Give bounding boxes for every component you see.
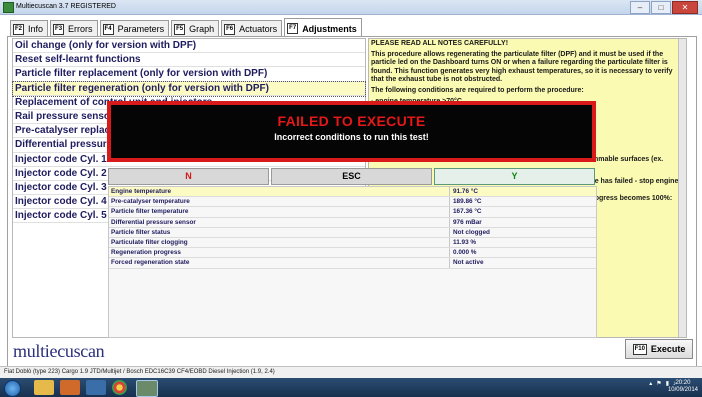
table-row: Pre-catalyser temperature 189.86 °C — [109, 197, 596, 208]
param-value: 189.86 °C — [453, 198, 482, 206]
fkey-badge: F5 — [174, 23, 186, 35]
param-name: Regeneration progress — [109, 248, 450, 258]
media-player-icon[interactable] — [60, 380, 80, 395]
tab-strip: F2 Info F3 Errors F4 Parameters F5 Graph F6 A… — [10, 18, 362, 38]
param-value: 11.93 % — [453, 238, 477, 246]
tab-errors[interactable]: F3 Errors — [50, 20, 98, 37]
tab-label: Parameters — [117, 24, 165, 34]
fkey-badge: F4 — [102, 23, 114, 35]
title-bar: Multiecuscan 3.7 REGISTERED – □ ✕ — [0, 0, 702, 15]
notes-heading: PLEASE READ ALL NOTES CAREFULLY! — [371, 40, 509, 47]
param-name: Differential pressure sensor — [109, 217, 450, 227]
multiecuscan-taskbar-icon[interactable] — [136, 380, 158, 397]
tab-label: Actuators — [239, 24, 278, 34]
param-name: Particle filter status — [109, 227, 450, 237]
list-item[interactable]: Oil change (only for version with DPF) — [13, 39, 365, 54]
table-row: Particle filter status Not clogged — [109, 227, 596, 238]
fkey-badge: F7 — [287, 23, 299, 34]
fkey-badge: F3 — [53, 23, 65, 35]
tab-graph[interactable]: F5 Graph — [171, 20, 220, 37]
param-value: 91.76 °C — [453, 188, 478, 195]
esc-button[interactable]: ESC — [271, 168, 432, 185]
notes-scrollbar[interactable] — [678, 39, 686, 337]
window-title: Multiecuscan 3.7 REGISTERED — [16, 3, 116, 10]
fkey-badge: F10 — [632, 343, 647, 355]
table-row: Particulate filter clogging 11.93 % — [109, 237, 596, 249]
param-name: Pre-catalyser temperature — [109, 197, 450, 207]
tab-label: Info — [28, 24, 44, 34]
folder-icon[interactable] — [34, 380, 54, 395]
fkey-badge: F6 — [224, 23, 236, 35]
minimize-button[interactable]: – — [630, 1, 650, 14]
list-item[interactable]: Particle filter replacement (only for ve… — [13, 67, 365, 82]
fkey-badge: F2 — [13, 23, 25, 35]
chrome-icon[interactable] — [112, 380, 127, 395]
param-value: Not clogged — [453, 228, 490, 236]
error-title: FAILED TO EXECUTE — [277, 113, 426, 129]
tab-info[interactable]: F2 Info — [10, 20, 49, 37]
multiecuscan-logo: multiecuscan — [13, 341, 105, 361]
start-button[interactable] — [4, 380, 21, 397]
param-value: 976 mBar — [453, 218, 482, 226]
execute-button[interactable]: F10 Execute — [625, 339, 693, 359]
notes-text: This procedure allows regenerating the p… — [371, 50, 673, 84]
tab-adjustments[interactable]: F7 Adjustments — [284, 18, 362, 38]
tray-arrow-icon[interactable]: ▴ — [649, 380, 652, 387]
list-item[interactable]: Reset self-learnt functions — [13, 53, 365, 68]
notes-text: The following conditions are required to… — [371, 86, 584, 94]
list-item-selected[interactable]: Particle filter regeneration (only for v… — [12, 80, 366, 97]
window-controls: – □ ✕ — [630, 1, 698, 14]
error-message: Incorrect conditions to run this test! — [274, 132, 429, 142]
taskbar: ▴ ⚑ ▮ ♪ 20:20 10/09/2014 — [0, 378, 702, 397]
parameter-table: Engine temperature 91.76 °C Pre-catalyser… — [108, 186, 597, 338]
maximize-button[interactable]: □ — [651, 1, 671, 14]
param-name: Particulate filter clogging — [109, 237, 450, 248]
tab-parameters[interactable]: F4 Parameters — [99, 20, 170, 37]
response-buttons: N ESC Y — [108, 168, 595, 185]
tab-label: Errors — [68, 24, 93, 34]
tab-label: Adjustments — [302, 23, 357, 34]
table-row: Particle filter temperature 167.36 °C — [109, 207, 596, 218]
param-value: 0.000 % — [453, 249, 477, 257]
param-name: Engine temperature — [109, 187, 450, 197]
tab-actuators[interactable]: F6 Actuators — [221, 20, 283, 37]
execute-label: Execute — [650, 344, 686, 354]
param-value: Not active — [453, 259, 484, 267]
table-row: Regeneration progress 0.000 % — [109, 248, 596, 259]
save-disk-icon[interactable] — [86, 380, 106, 395]
table-row: Engine temperature 91.76 °C — [109, 187, 596, 198]
error-dialog: FAILED TO EXECUTE Incorrect conditions t… — [107, 101, 596, 162]
param-name: Forced regeneration state — [109, 258, 450, 268]
close-button[interactable]: ✕ — [672, 1, 698, 14]
param-value: 167.36 °C — [453, 208, 482, 216]
vehicle-status-text: Fiat Doblò (type 223) Cargo 1.9 JTD/Mult… — [4, 369, 275, 375]
clock-time: 20:20 — [675, 380, 691, 386]
no-button[interactable]: N — [108, 168, 269, 185]
param-name: Particle filter temperature — [109, 207, 450, 217]
yes-button[interactable]: Y — [434, 168, 595, 185]
app-icon — [3, 2, 14, 13]
flag-icon[interactable]: ⚑ — [656, 380, 661, 387]
table-row: Forced regeneration state Not active — [109, 258, 596, 269]
tab-label: Graph — [189, 24, 215, 34]
clock[interactable]: 20:20 10/09/2014 — [668, 380, 698, 394]
clock-date: 10/09/2014 — [667, 387, 698, 393]
table-row: Differential pressure sensor 976 mBar — [109, 217, 596, 228]
